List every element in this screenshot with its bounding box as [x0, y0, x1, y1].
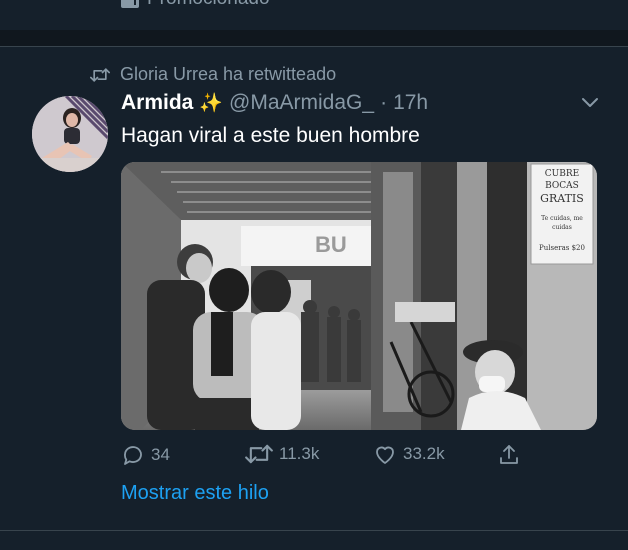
divider — [0, 46, 628, 47]
tweet-actions: 34 11.3k 33.2k — [121, 443, 541, 469]
author-handle[interactable]: @MaArmidaG_ — [229, 91, 374, 115]
chevron-down-icon[interactable] — [580, 96, 600, 115]
sign-line-2: BOCAS — [545, 181, 579, 191]
sign-line-3: GRATIS — [540, 192, 584, 205]
section-separator — [0, 30, 628, 46]
retweet-count: 11.3k — [279, 444, 320, 463]
share-button[interactable] — [497, 443, 521, 467]
like-count: 33.2k — [403, 444, 445, 463]
timestamp[interactable]: 17h — [393, 91, 428, 115]
sparkles-emoji: ✨ — [199, 93, 224, 114]
author-name[interactable]: Armida — [121, 91, 193, 115]
avatar[interactable] — [32, 96, 108, 172]
promoted-icon — [121, 0, 139, 8]
tweet-media-image[interactable]: BU CUBRE BOCAS GRATIS Te cuidas, me cuid… — [121, 162, 597, 430]
reply-button[interactable]: 34 — [121, 443, 170, 467]
heart-icon — [373, 443, 397, 465]
like-button[interactable]: 33.2k — [373, 443, 445, 465]
reply-count: 34 — [151, 445, 170, 464]
retweet-action-icon — [245, 443, 273, 465]
promoted-label: Promocionado — [121, 0, 270, 10]
separator-dot: · — [380, 91, 388, 114]
sign-line-6: Pulseras $20 — [539, 244, 585, 252]
sign-line-4: Te cuidas, me — [541, 215, 583, 222]
tweet-header: Armida ✨ @MaArmidaG_ · 17h — [121, 91, 428, 115]
store-sign: BU — [315, 232, 347, 257]
sign-line-1: CUBRE — [545, 169, 579, 179]
tweet-text: Hagan viral a este buen hombre — [121, 124, 420, 147]
retweet-icon — [90, 67, 110, 83]
sign-line-5: cuidas — [552, 224, 572, 231]
promoted-text: Promocionado — [147, 0, 270, 10]
share-icon — [497, 443, 521, 467]
retweet-context[interactable]: Gloria Urrea ha retwitteado — [90, 64, 336, 85]
show-thread-link[interactable]: Mostrar este hilo — [121, 482, 269, 505]
retweet-button[interactable]: 11.3k — [245, 443, 319, 465]
divider — [0, 530, 628, 531]
retweet-context-text: Gloria Urrea ha retwitteado — [120, 64, 337, 84]
reply-icon — [121, 443, 145, 467]
